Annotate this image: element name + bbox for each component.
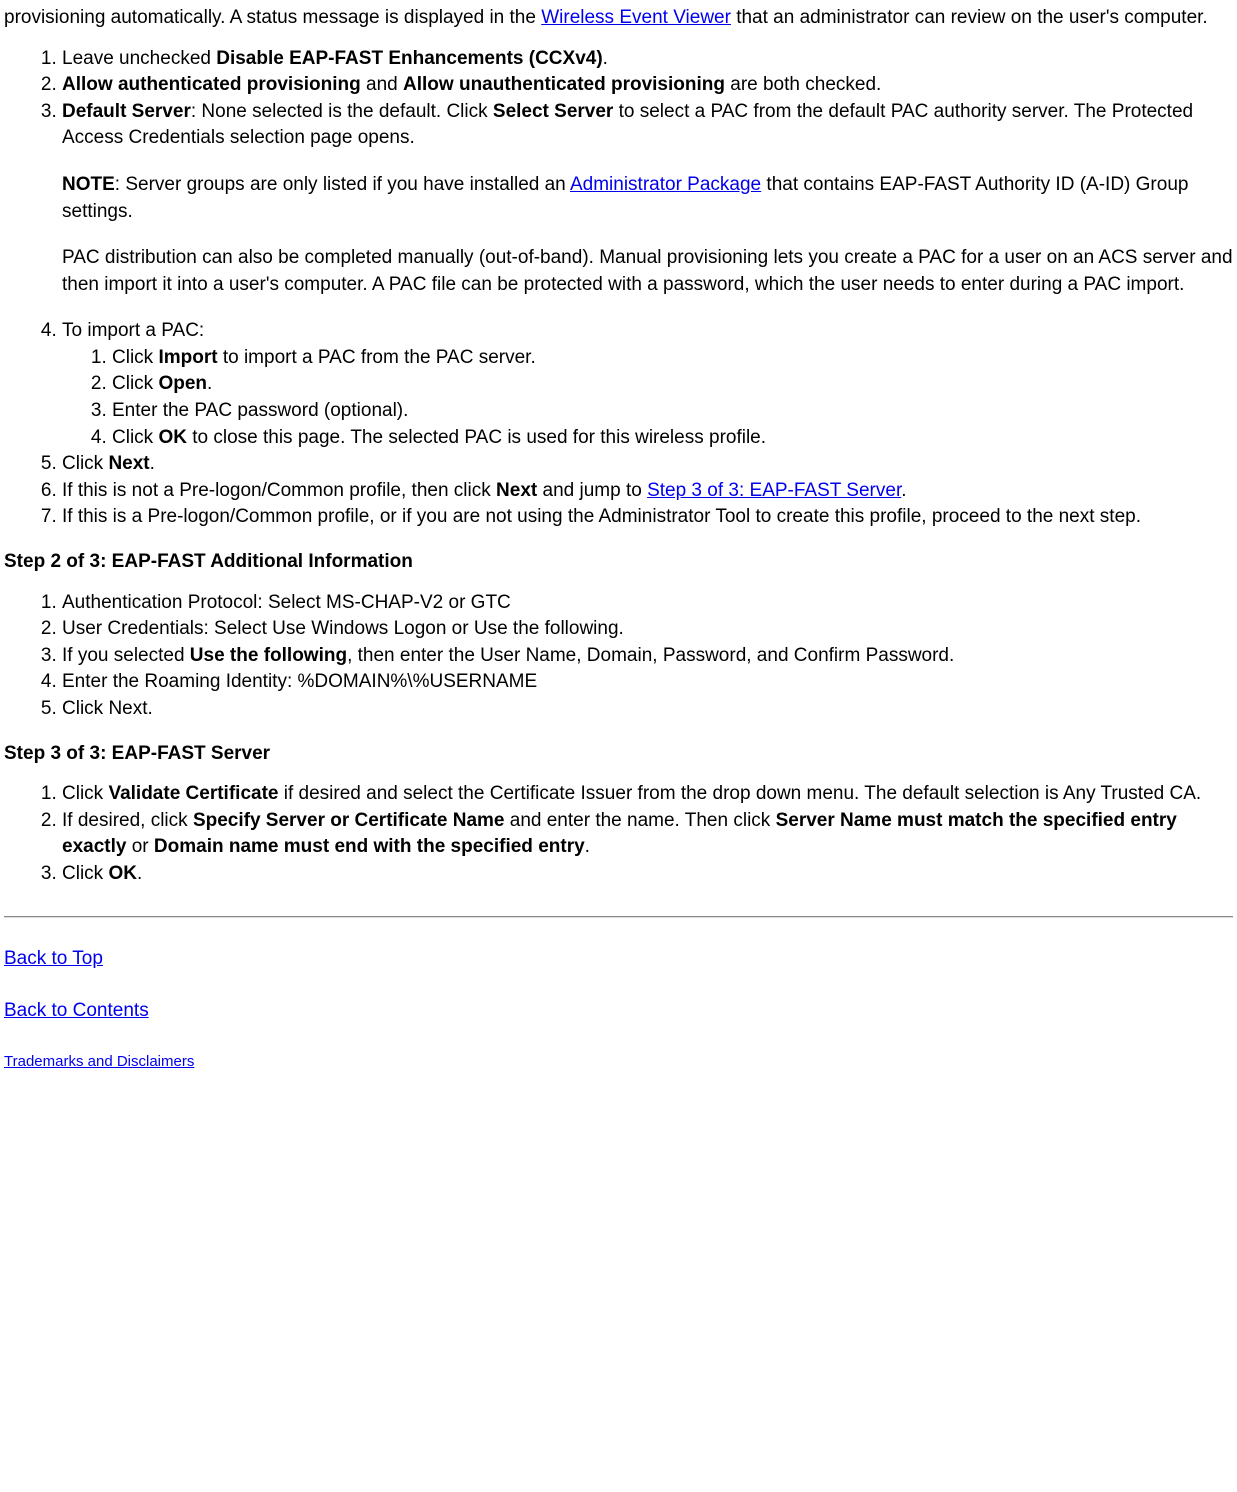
list-item: Default Server: None selected is the def…: [62, 99, 1233, 299]
sub-list: Click Import to import a PAC from the PA…: [62, 345, 1233, 451]
step-3-link[interactable]: Step 3 of 3: EAP-FAST Server: [647, 480, 901, 501]
main-list-1: Leave unchecked Disable EAP-FAST Enhance…: [4, 46, 1233, 532]
list-item: Allow authenticated provisioning and All…: [62, 72, 1233, 99]
list-item: Click Next.: [62, 451, 1233, 478]
step-3-heading: Step 3 of 3: EAP-FAST Server: [4, 741, 1233, 768]
intro-text-post: that an administrator can review on the …: [731, 7, 1208, 28]
step-2-list: Authentication Protocol: Select MS-CHAP-…: [4, 590, 1233, 723]
list-item: If this is a Pre-logon/Common profile, o…: [62, 504, 1233, 531]
list-item: If desired, click Specify Server or Cert…: [62, 808, 1233, 861]
list-item: Click OK.: [62, 861, 1233, 888]
wireless-event-viewer-link[interactable]: Wireless Event Viewer: [541, 7, 731, 28]
administrator-package-link[interactable]: Administrator Package: [570, 174, 761, 195]
trademarks-link[interactable]: Trademarks and Disclaimers: [4, 1051, 1233, 1072]
list-item: Click Next.: [62, 696, 1233, 723]
list-item: Enter the Roaming Identity: %DOMAIN%\%US…: [62, 669, 1233, 696]
divider: [4, 916, 1233, 918]
list-item: Enter the PAC password (optional).: [112, 398, 1233, 425]
intro-text-pre: provisioning automatically. A status mes…: [4, 7, 541, 28]
list-item: To import a PAC: Click Import to import …: [62, 318, 1233, 451]
pac-distribution-text: PAC distribution can also be completed m…: [62, 245, 1233, 298]
note-block: NOTE: Server groups are only listed if y…: [62, 172, 1233, 225]
back-to-top-link[interactable]: Back to Top: [4, 946, 1233, 973]
list-item: Click OK to close this page. The selecte…: [112, 425, 1233, 452]
list-item: If you selected Use the following, then …: [62, 643, 1233, 670]
list-item: Click Validate Certificate if desired an…: [62, 781, 1233, 808]
list-item: User Credentials: Select Use Windows Log…: [62, 616, 1233, 643]
list-item: If this is not a Pre-logon/Common profil…: [62, 478, 1233, 505]
step-2-heading: Step 2 of 3: EAP-FAST Additional Informa…: [4, 549, 1233, 576]
list-item: Click Open.: [112, 371, 1233, 398]
list-item: Click Import to import a PAC from the PA…: [112, 345, 1233, 372]
list-item: Authentication Protocol: Select MS-CHAP-…: [62, 590, 1233, 617]
intro-paragraph: provisioning automatically. A status mes…: [4, 4, 1233, 32]
back-to-contents-link[interactable]: Back to Contents: [4, 998, 1233, 1025]
list-item: Leave unchecked Disable EAP-FAST Enhance…: [62, 46, 1233, 73]
step-3-list: Click Validate Certificate if desired an…: [4, 781, 1233, 887]
